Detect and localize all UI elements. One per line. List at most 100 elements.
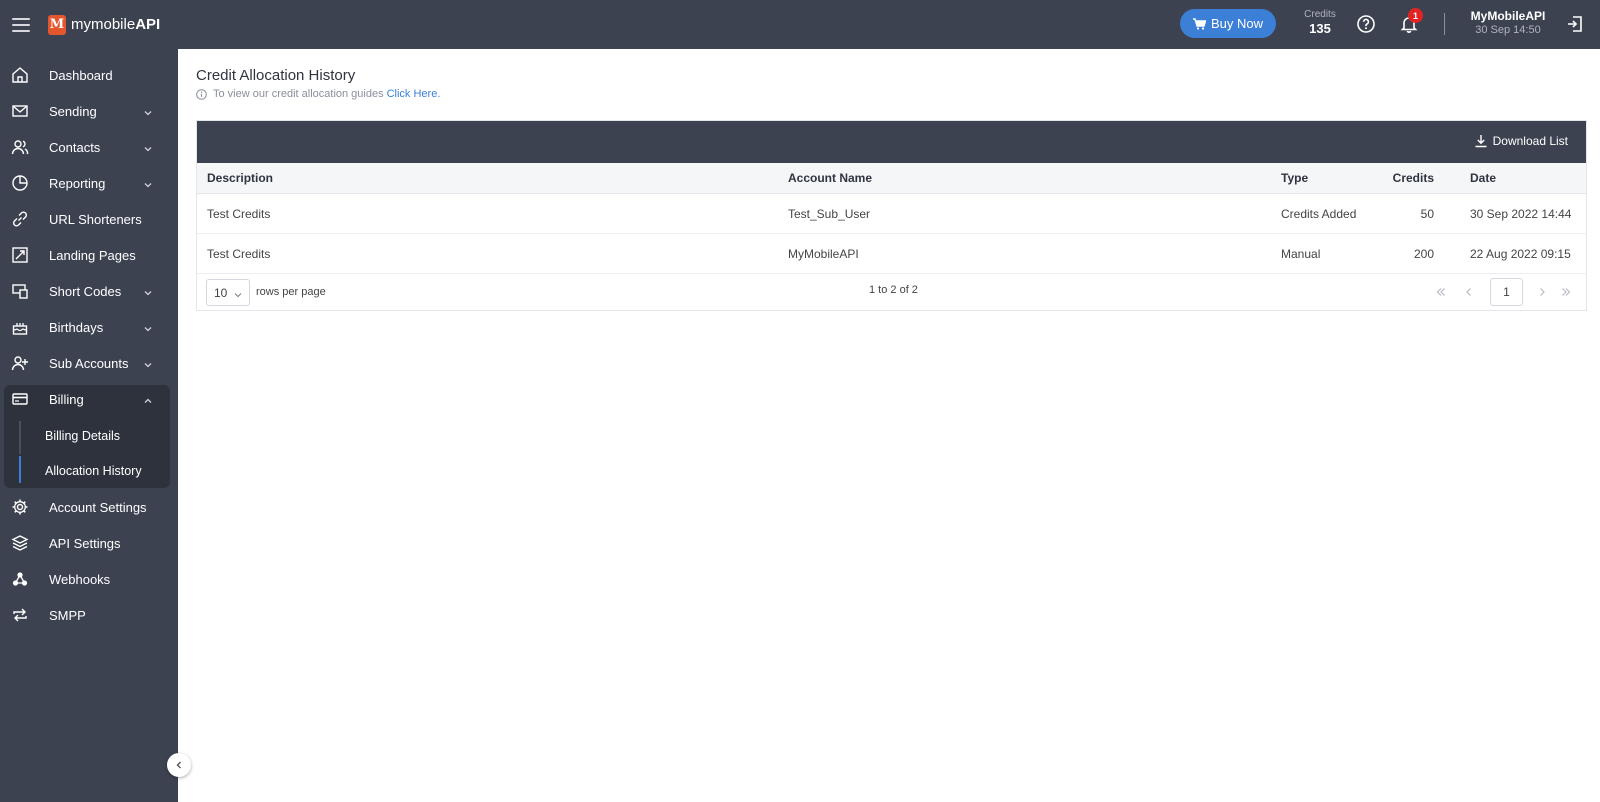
chevron-down-icon [233, 289, 243, 303]
help-icon[interactable] [1356, 14, 1376, 34]
sidebar-item-label: Short Codes [49, 283, 122, 299]
cart-icon [1192, 17, 1206, 30]
menu-icon[interactable] [12, 17, 30, 32]
cell-date: 22 Aug 2022 09:15 [1470, 246, 1571, 261]
layers-icon [11, 534, 29, 552]
chevron-down-icon [143, 106, 153, 116]
chevron-down-icon [143, 178, 153, 188]
sidebar-subitem-billing-details[interactable]: Billing Details [45, 429, 120, 443]
previous-page-icon[interactable] [1463, 286, 1475, 298]
page-title: Credit Allocation History [196, 67, 356, 84]
sidebar-item-contacts[interactable]: Contacts [0, 129, 178, 165]
home-icon [11, 66, 29, 84]
info-icon [196, 88, 207, 100]
rows-per-page-value: 10 [214, 285, 228, 300]
column-header-date[interactable]: Date [1470, 171, 1496, 185]
last-page-icon[interactable] [1560, 286, 1572, 298]
pagination-range: 1 to 2 of 2 [869, 284, 918, 296]
submenu-guide-line [19, 421, 21, 454]
user-name: MyMobileAPI [1470, 9, 1546, 23]
table-row[interactable]: Test Credits Test_Sub_User Credits Added… [197, 194, 1586, 234]
contacts-icon [11, 138, 29, 156]
sidebar-item-label: Sending [49, 103, 97, 119]
sidebar-item-webhooks[interactable]: Webhooks [0, 561, 178, 597]
repeat-icon [11, 606, 29, 624]
logo-mark-icon: M [48, 14, 66, 35]
link-icon [11, 210, 29, 228]
gear-icon [11, 498, 29, 516]
chevron-up-icon [143, 394, 153, 404]
add-user-icon [11, 354, 29, 372]
info-text: To view our credit allocation guides [213, 88, 384, 100]
download-list-label: Download List [1492, 134, 1568, 148]
rows-per-page-label: rows per page [256, 286, 326, 298]
topbar-divider [1444, 13, 1445, 35]
sidebar-item-label: Account Settings [49, 499, 147, 515]
sidebar-item-short-codes[interactable]: Short Codes [0, 273, 178, 309]
chevron-left-icon [174, 758, 184, 773]
sidebar-item-label: Dashboard [49, 67, 113, 83]
sidebar-item-label: Birthdays [49, 319, 104, 335]
sidebar-item-url-shorteners[interactable]: URL Shorteners [0, 201, 178, 237]
info-message: To view our credit allocation guides Cli… [196, 88, 440, 100]
envelope-icon [11, 102, 29, 120]
download-icon [1475, 135, 1487, 148]
chevron-down-icon [143, 358, 153, 368]
next-page-icon[interactable] [1536, 286, 1548, 298]
sidebar-item-dashboard[interactable]: Dashboard [0, 57, 178, 93]
sidebar-item-label: Webhooks [49, 571, 111, 587]
table-header: Description Account Name Type Credits Da… [197, 163, 1586, 194]
sidebar-item-birthdays[interactable]: Birthdays [0, 309, 178, 345]
sidebar-item-billing[interactable]: Billing [0, 381, 178, 417]
download-list-button[interactable]: Download List [1474, 134, 1568, 148]
logo-text: mymobileAPI [71, 16, 161, 33]
cell-credits: 200 [1413, 246, 1434, 261]
sidebar-item-sending[interactable]: Sending [0, 93, 178, 129]
sidebar-item-label: Landing Pages [49, 247, 136, 263]
sidebar-subitem-allocation-history[interactable]: Allocation History [45, 464, 142, 478]
user-info[interactable]: MyMobileAPI 30 Sep 14:50 [1458, 9, 1558, 36]
chevron-down-icon [143, 286, 153, 296]
cell-date: 30 Sep 2022 14:44 [1470, 206, 1572, 221]
rows-per-page-select[interactable]: 10 [206, 279, 250, 306]
sidebar-item-api-settings[interactable]: API Settings [0, 525, 178, 561]
sidebar-item-sub-accounts[interactable]: Sub Accounts [0, 345, 178, 381]
sidebar-item-smpp[interactable]: SMPP [0, 597, 178, 633]
sidebar-item-account-settings[interactable]: Account Settings [0, 489, 178, 525]
first-page-icon[interactable] [1435, 286, 1447, 298]
cell-description: Test Credits [207, 206, 271, 221]
user-datetime: 30 Sep 14:50 [1475, 24, 1541, 36]
sidebar-item-label: Sub Accounts [49, 355, 129, 371]
current-page[interactable]: 1 [1490, 278, 1523, 306]
app-logo[interactable]: M mymobileAPI [48, 14, 161, 35]
guide-link[interactable]: Click Here. [387, 88, 441, 100]
logout-icon[interactable] [1566, 15, 1584, 33]
webhook-icon [11, 570, 29, 588]
chevron-down-icon [143, 142, 153, 152]
cell-account-name: Test_Sub_User [788, 206, 871, 221]
credits-display: Credits 135 [1300, 9, 1340, 36]
credit-card-icon [11, 390, 29, 408]
short-code-icon [11, 282, 29, 300]
table-toolbar: Download List [197, 121, 1586, 163]
column-header-account-name[interactable]: Account Name [788, 171, 872, 185]
sidebar-item-reporting[interactable]: Reporting [0, 165, 178, 201]
column-header-credits[interactable]: Credits [1357, 171, 1434, 185]
cell-credits: 50 [1420, 206, 1434, 221]
column-header-description[interactable]: Description [207, 171, 273, 185]
sidebar-item-landing-pages[interactable]: Landing Pages [0, 237, 178, 273]
sidebar-item-label: Contacts [49, 139, 101, 155]
sidebar-collapse-button[interactable] [167, 753, 191, 777]
chevron-down-icon [143, 322, 153, 332]
sidebar-item-label: Billing [49, 391, 84, 407]
buy-now-button[interactable]: Buy Now [1180, 9, 1276, 38]
credits-value: 135 [1309, 21, 1331, 36]
table-row[interactable]: Test Credits MyMobileAPI Manual 200 22 A… [197, 234, 1586, 274]
cake-icon [11, 318, 29, 336]
allocation-table: Download List Description Account Name T… [196, 120, 1587, 311]
column-header-type[interactable]: Type [1281, 171, 1308, 185]
cell-type: Manual [1281, 246, 1321, 261]
cell-description: Test Credits [207, 246, 271, 261]
sidebar-item-label: API Settings [49, 535, 121, 551]
sidebar-item-label: SMPP [49, 607, 86, 623]
